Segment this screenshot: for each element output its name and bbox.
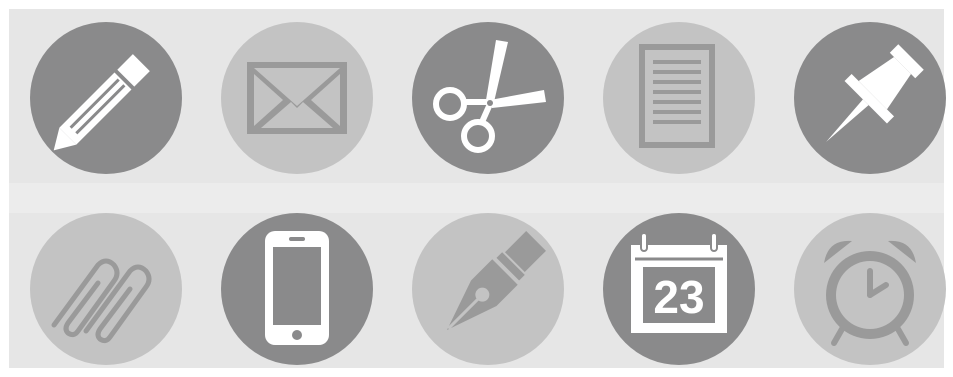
pushpin-icon[interactable] xyxy=(794,22,946,174)
pencil-icon[interactable] xyxy=(30,22,182,174)
document-icon[interactable] xyxy=(603,22,755,174)
alarm-clock-icon[interactable] xyxy=(794,213,946,365)
smartphone-icon[interactable] xyxy=(221,213,373,365)
icon-grid-panel: 23 xyxy=(9,9,946,368)
paperclips-icon[interactable] xyxy=(30,213,182,365)
calendar-day-number: 23 xyxy=(653,271,704,323)
envelope-icon[interactable] xyxy=(221,22,373,174)
calendar-icon[interactable]: 23 xyxy=(603,213,755,365)
fountain-pen-icon[interactable] xyxy=(412,213,564,365)
scissors-icon[interactable] xyxy=(412,22,564,174)
